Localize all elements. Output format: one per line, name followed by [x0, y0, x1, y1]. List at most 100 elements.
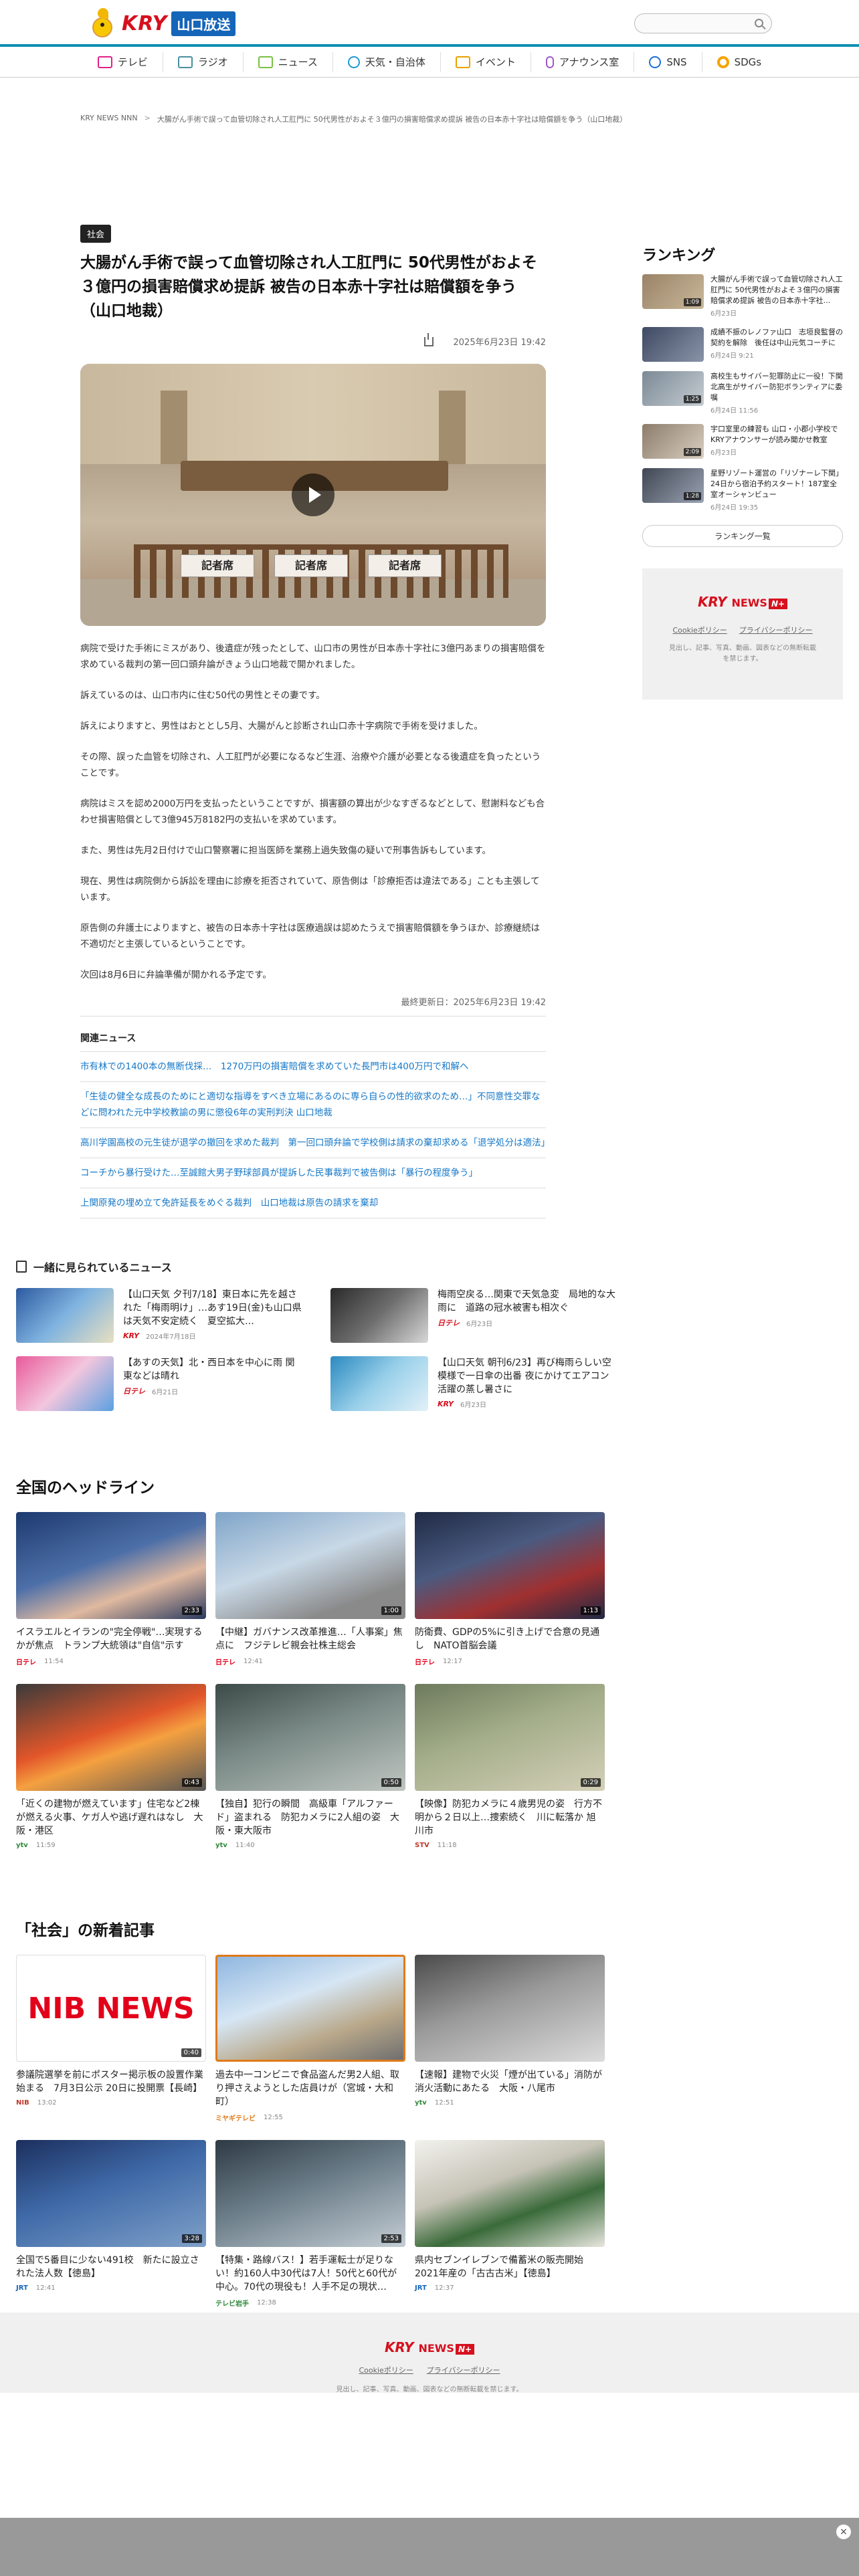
weather-icon — [347, 56, 360, 68]
headline-card[interactable]: 1:00 【中継】ガバナンス改革推進…「人事案」焦点に フジテレビ親会社株主総会… — [215, 1512, 405, 1667]
ranking-item[interactable]: 1:09 大腸がん手術で誤って血管切除され人工肛門に 50代男性がおよそ３億円の… — [642, 274, 843, 318]
headline-card[interactable]: 0:43 「近くの建物が燃えています」住宅など2棟が燃える火事、ケガ人や逃げ遅れ… — [16, 1684, 206, 1849]
also-viewed-item[interactable]: 梅雨空戻る…関東で天気急変 局地的な大雨に 道路の冠水被害も相次ぐ 日テレ 6月2… — [330, 1288, 618, 1343]
news-title: 【中継】ガバナンス改革推進…「人事案」焦点に フジテレビ親会社株主総会 — [215, 1627, 403, 1651]
news-title: 【映像】防犯カメラに４歳男児の姿 行方不明から２日以上…捜索続く 川に転落か 旭… — [415, 1799, 602, 1836]
category-badge[interactable]: 社会 — [80, 225, 112, 243]
headline-card[interactable]: 1:13 防衛費、GDPの5%に引き上げで合意の見通し NATO首脳会議 日テレ… — [415, 1512, 605, 1667]
video-frame-panel — [439, 391, 466, 464]
also-viewed-item[interactable]: 【あすの天気】北・西日本を中心に雨 関東などは晴れ 日テレ 6月21日 — [16, 1356, 304, 1411]
news-thumbnail: 1:13 — [415, 1512, 605, 1619]
news-thumbnail: 2:33 — [16, 1512, 206, 1619]
news-thumbnail — [330, 1288, 428, 1343]
also-viewed-item[interactable]: 【山口天気 朝刊6/23】再び梅雨らしい空模様で一日傘の出番 夜にかけてエアコン… — [330, 1356, 618, 1411]
ranking-thumbnail: 1:25 — [642, 371, 704, 406]
nav-item-tv[interactable]: テレビ — [83, 51, 163, 72]
breadcrumb-home[interactable]: KRY NEWS NNN — [80, 114, 138, 124]
video-duration: 1:25 — [683, 395, 701, 403]
article-paragraph: 病院で受けた手術にミスがあり、後遺症が残ったとして、山口市の男性が日本赤十字社に… — [80, 643, 546, 670]
related-news-link[interactable]: 「生徒の健全な成長のためにと適切な指導をすべき立場にあるのに専ら自らの性的欲求の… — [80, 1082, 546, 1128]
source-logo: JRT — [415, 2284, 427, 2292]
play-icon[interactable] — [292, 473, 335, 516]
news-date: 12:37 — [434, 2284, 454, 2292]
cookie-policy-link[interactable]: Cookieポリシー — [359, 2365, 413, 2375]
nav-item-radio[interactable]: ラジオ — [163, 51, 244, 72]
headline-card[interactable]: 0:29 【映像】防犯カメラに４歳男児の姿 行方不明から２日以上…捜索続く 川に… — [415, 1684, 605, 1849]
related-news-link[interactable]: 市有林での1400本の無断伐採… 1270万円の損害賠償を求めていた長門市は40… — [80, 1052, 546, 1082]
news-title: 「近くの建物が燃えています」住宅など2棟が燃える火事、ケガ人や逃げ遅れはなし 大… — [16, 1799, 203, 1836]
logo-text: KRY — [697, 594, 727, 610]
article-paragraph: 訴えによりますと、男性はおととし5月、大腸がんと診断され山口赤十字病院で手術を受… — [80, 721, 483, 732]
source-logo: STV — [415, 1842, 430, 1849]
also-viewed-title: 一緒に見られているニュース — [33, 1261, 172, 1274]
nib-news-logo: NIB NEWS — [27, 1992, 194, 2026]
cookie-policy-link[interactable]: Cookieポリシー — [672, 625, 727, 635]
site-footer: KRY NEWS N+ Cookieポリシー プライバシーポリシー 見出し、記事、… — [0, 2313, 859, 2393]
nav-item-announce[interactable]: アナウンス室 — [531, 51, 635, 72]
news-date: 6月23日 — [460, 1402, 487, 1409]
headline-card[interactable]: 2:33 イスラエルとイランの"完全停戦"…実現するかが焦点 トランプ大統領は"… — [16, 1512, 206, 1667]
tv-icon — [97, 56, 112, 68]
ranking-title: 宇口室里の練習も 山口・小郡小学校でKRYアナウンサーが読み聞かせ教室 — [710, 425, 838, 444]
article-date: 2025年6月23日 19:42 — [453, 338, 547, 348]
nav-item-sdgs[interactable]: SDGs — [702, 52, 777, 72]
logo-station-text: 山口放送 — [171, 11, 236, 36]
news-thumbnail: NIB NEWS 0:40 — [16, 1955, 206, 2062]
nav-item-news[interactable]: ニュース — [244, 51, 333, 72]
bottom-overlay-banner: × — [0, 2518, 859, 2576]
nav-label-1: ラジオ — [197, 56, 228, 68]
search-input[interactable] — [634, 13, 772, 33]
ranking-title: 星野リゾート運営の「リゾナーレ下関」24日から宿泊予約スタート！187室全室オー… — [710, 469, 843, 499]
article-title: 大腸がん手術で誤って血管切除され人工肛門に 50代男性がおよそ３億円の損害賠償求… — [80, 254, 537, 320]
source-logo: 日テレ — [16, 1659, 36, 1667]
society-card[interactable]: 過去中一コンビニで食品盗んだ男2人組、取り押さえようとした店員けが（宮城・大和町… — [215, 1955, 405, 2123]
last-updated: 最終更新日：2025年6月23日 19:42 — [80, 995, 546, 1016]
privacy-policy-link[interactable]: プライバシーポリシー — [739, 625, 813, 635]
society-card[interactable]: NIB NEWS 0:40 参議院選挙を前にポスター掲示板の設置作業始まる 7月… — [16, 1955, 206, 2123]
search-icon[interactable] — [755, 19, 763, 27]
ranking-item[interactable]: 2:09 宇口室里の練習も 山口・小郡小学校でKRYアナウンサーが読み聞かせ教室… — [642, 424, 843, 459]
video-player[interactable]: 記者席 記者席 記者席 — [80, 364, 546, 626]
ranking-item[interactable]: 1:25 高校生もサイバー犯罪防止に一役！下関北高生がサイバー防犯ボランティアに… — [642, 371, 843, 415]
nav-item-sns[interactable]: SNS — [634, 51, 702, 72]
related-news-link[interactable]: コーチから暴行受けた…至誠館大男子野球部員が提訴した民事裁判で被告側は「暴行の程… — [80, 1158, 546, 1188]
ranking-item[interactable]: 1:28 星野リゾート運営の「リゾナーレ下関」24日から宿泊予約スタート！187… — [642, 468, 843, 512]
nav-item-event[interactable]: イベント — [441, 51, 531, 72]
news-thumbnail: 1:00 — [215, 1512, 405, 1619]
ranking-thumbnail: 2:09 — [642, 424, 704, 459]
related-news-link[interactable]: 上関原発の埋め立て免許延長をめぐる裁判 山口地裁は原告の請求を棄却 — [80, 1188, 546, 1218]
news-title: 梅雨空戻る…関東で天気急変 局地的な大雨に 道路の冠水被害も相次ぐ — [438, 1289, 615, 1313]
nav-label-0: テレビ — [117, 56, 148, 68]
close-icon[interactable]: × — [836, 2525, 851, 2539]
video-duration: 2:33 — [181, 1606, 202, 1615]
society-card[interactable]: 3:28 全国で5番目に少ない491校 新たに設立された法人数【徳島】 JRT 1… — [16, 2140, 206, 2308]
nav-label-3: 天気・自治体 — [365, 56, 425, 68]
nav-item-weather[interactable]: 天気・自治体 — [333, 51, 441, 72]
share-icon[interactable] — [423, 332, 434, 346]
privacy-policy-link[interactable]: プライバシーポリシー — [427, 2365, 500, 2375]
kry-news-logo[interactable]: KRY NEWS N+ — [0, 2339, 859, 2355]
news-title: 【速報】建物で火災「煙が出ている」消防が消火活動にあたる 大阪・八尾市 — [415, 2070, 602, 2094]
society-card[interactable]: 県内セブンイレブンで備蓄米の販売開始 2021年産の「古古古米」【徳島】 JRT… — [415, 2140, 605, 2308]
news-date: 12:41 — [244, 1658, 263, 1665]
kry-news-logo[interactable]: KRY NEWS N+ — [642, 594, 843, 610]
ranking-more-button[interactable]: ランキング一覧 — [642, 525, 843, 547]
also-viewed-item[interactable]: 【山口天気 夕刊7/18】東日本に先を越された「梅雨明け」…あす19日(金)も山… — [16, 1288, 304, 1343]
microphone-icon — [545, 56, 554, 68]
nib-logo-text: NIB — [27, 1991, 86, 2026]
related-news-link[interactable]: 高川学園高校の元生徒が退学の撤回を求めた裁判 第一回口頭弁論で学校側は請求の棄却… — [80, 1128, 550, 1158]
article-paragraph: 原告側の弁護士によりますと、被告の日本赤十字社は医療過誤は認めたうえで損害賠償額… — [80, 923, 541, 950]
video-duration: 0:50 — [381, 1778, 401, 1787]
nav-label-6: SNS — [666, 56, 687, 68]
video-duration: 2:53 — [381, 2234, 401, 2243]
society-card[interactable]: 2:53 【特集・路線バス！】若手運転士が足りない！約160人中30代は7人！5… — [215, 2140, 405, 2308]
video-duration: 1:09 — [683, 298, 701, 306]
society-card[interactable]: 【速報】建物で火災「煙が出ている」消防が消火活動にあたる 大阪・八尾市 ytv 1… — [415, 1955, 605, 2123]
logo-nplus-text: N+ — [768, 599, 788, 609]
site-logo[interactable]: KRY 山口放送 — [87, 5, 236, 41]
nib-logo-news-text: NEWS — [96, 1991, 195, 2026]
headline-card[interactable]: 0:50 【独自】犯行の瞬間 高級車「アルファード」盗まれる 防犯カメラに2人組… — [215, 1684, 405, 1849]
ranking-item[interactable]: 成績不振のレノファ山口 志垣良監督の契約を解除 後任は中山元気コーチに 6月24日… — [642, 327, 843, 362]
national-headlines-heading: 全国のヘッドライン — [16, 1479, 155, 1497]
article-paragraph: また、男性は先月2日付けで山口警察署に担当医師を業務上過失致傷の疑いで刑事告訴も… — [80, 845, 491, 856]
